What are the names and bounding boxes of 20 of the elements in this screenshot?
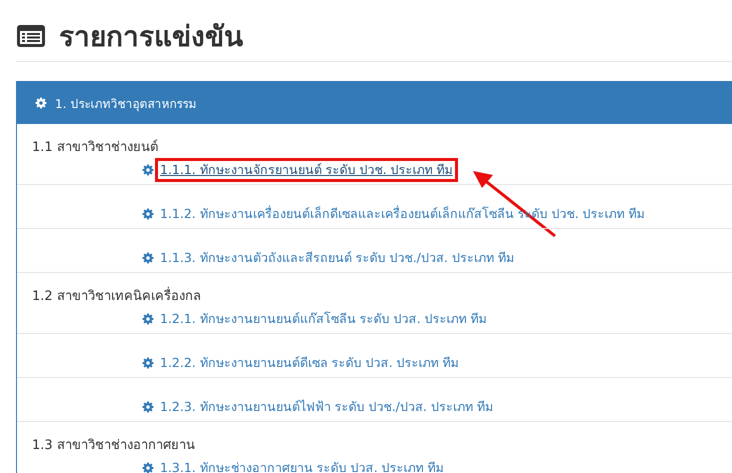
settings-icon [142,462,154,473]
group-label: 1.2 สาขาวิชาเทคนิคเครื่องกล [17,273,732,307]
competition-link[interactable]: 1.2.1. ทักษะงานยานยนต์แก๊สโซลีน ระดับ ปวส. ประเภท ทีม [155,307,492,331]
group-label: 1.1 สาขาวิชาช่างยนต์ [31,138,159,157]
settings-icon [142,252,154,264]
page-title: รายการแข่งขัน [59,18,243,54]
panel-title: 1. ประเภทวิชาอุตสาหกรรม [55,96,196,112]
competition-link[interactable]: 1.2.3. ทักษะงานยานยนต์ไฟฟ้า ระดับ ปวช./ปวส. ประเภท ทีม [155,395,498,419]
settings-icon [142,164,154,176]
competition-link[interactable]: 1.3.1. ทักษะช่างอากาศยาน ระดับ ปวส. ประเภท ทีม [155,456,449,473]
settings-icon [142,357,154,369]
settings-icon [142,313,154,325]
competition-link[interactable]: 1.1.1. ทักษะงานจักรยานยนต์ ระดับ ปวช. ประเภท ทีม [155,158,458,182]
settings-icon [142,208,154,220]
list-icon [17,24,45,46]
group-label: 1.3 สาขาวิชาช่างอากาศยาน [31,437,196,455]
settings-icon [142,401,154,413]
competition-link[interactable]: 1.1.3. ทักษะงานตัวถังและสีรถยนต์ ระดับ ปวช./ปวส. ประเภท ทีม [155,246,519,270]
competition-link[interactable]: 1.2.2. ทักษะงานยานยนต์ดีเซล ระดับ ปวส. ประเภท ทีม [155,351,464,375]
settings-icon [35,97,47,109]
